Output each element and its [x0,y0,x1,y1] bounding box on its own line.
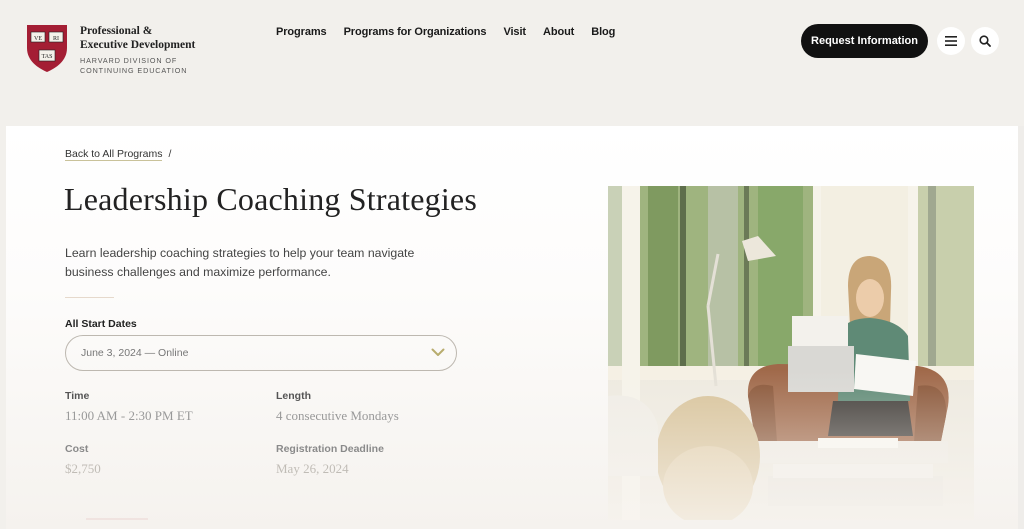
logo-sub-line2: CONTINUING EDUCATION [80,66,188,75]
program-hero-card: Back to All Programs / Leadership Coachi… [6,126,1018,529]
harvard-shield-icon: VE RI TAS [27,25,67,72]
logo-sub-line1: HARVARD DIVISION OF [80,56,178,65]
deadline-label: Registration Deadline [276,443,384,455]
search-button[interactable] [971,27,999,55]
bottom-divider [86,518,148,520]
breadcrumb-separator: / [168,148,172,160]
hero-fade-overlay [608,186,974,520]
page-title: Leadership Coaching Strategies [64,181,477,217]
cost-label: Cost [65,443,89,455]
nav-blog[interactable]: Blog [591,26,615,38]
search-icon [979,35,991,47]
request-information-button[interactable]: Request Information [801,24,928,58]
cost-info: Cost $2,750 [65,443,101,477]
hamburger-menu-icon [945,36,957,46]
nav-programs[interactable]: Programs [276,26,327,38]
start-dates-label: All Start Dates [65,318,137,330]
start-date-select[interactable]: June 3, 2024 — Online [65,335,457,371]
svg-text:TAS: TAS [42,54,53,60]
deadline-value: May 26, 2024 [276,461,349,476]
nav-visit[interactable]: Visit [503,26,526,38]
program-hero-image [608,186,974,520]
program-description: Learn leadership coaching strategies to … [65,246,415,279]
back-to-all-programs-link[interactable]: Back to All Programs [65,148,163,161]
breadcrumb: Back to All Programs / [65,148,171,161]
chevron-down-icon [431,348,445,356]
selected-start-date: June 3, 2024 — Online [81,347,189,359]
divider [65,297,114,298]
time-value: 11:00 AM - 2:30 PM ET [65,408,193,423]
time-info: Time 11:00 AM - 2:30 PM ET [65,390,193,424]
nav-about[interactable]: About [543,26,574,38]
time-label: Time [65,390,90,402]
menu-button[interactable] [937,27,965,55]
logo-title-line1: Professional & [80,25,153,37]
page-scroll-edge [1018,126,1024,529]
deadline-info: Registration Deadline May 26, 2024 [276,443,384,477]
site-header: VE RI TAS Professional & Executive Devel… [0,0,1024,126]
length-info: Length 4 consecutive Mondays [276,390,399,424]
cost-value: $2,750 [65,461,101,476]
svg-text:VE: VE [34,36,42,42]
nav-programs-for-organizations[interactable]: Programs for Organizations [344,26,487,38]
logo-title-line2: Executive Development [80,38,196,51]
main-nav: Programs Programs for Organizations Visi… [276,26,615,38]
hdce-logo[interactable]: VE RI TAS Professional & Executive Devel… [26,24,195,76]
length-value: 4 consecutive Mondays [276,408,399,423]
length-label: Length [276,390,311,402]
svg-text:RI: RI [53,36,59,42]
